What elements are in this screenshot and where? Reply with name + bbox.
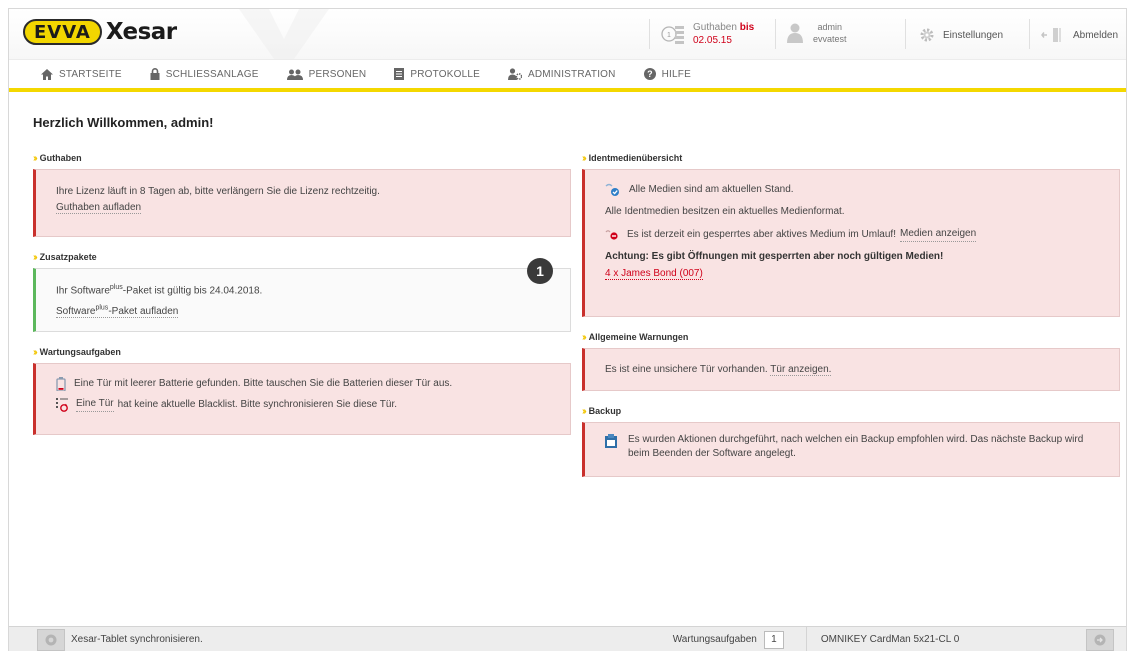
user-tenant: evvatest bbox=[813, 34, 847, 44]
credit-label: Guthaben bbox=[693, 22, 737, 33]
app-logo[interactable]: EVVA Xesar bbox=[23, 17, 177, 47]
reader-icon bbox=[1094, 634, 1106, 645]
door-link[interactable]: Eine Tür bbox=[76, 397, 114, 412]
package-validity-text: Ihr Softwareplus-Paket ist gültig bis 24… bbox=[56, 284, 263, 297]
left-column: ›› Guthaben Ihre Lizenz läuft in 8 Tagen … bbox=[33, 152, 571, 435]
packages-panel: Ihr Softwareplus-Paket ist gültig bis 24… bbox=[33, 268, 571, 332]
user-icon bbox=[787, 23, 803, 43]
chevron-icon: ›› bbox=[33, 251, 37, 263]
backup-panel: Es wurden Aktionen durchgeführt, nach we… bbox=[582, 422, 1120, 477]
credit-until: bis bbox=[739, 22, 755, 33]
insecure-door-text: Es ist eine unsichere Tür vorhanden. bbox=[605, 364, 768, 375]
media-status-blocked: Es ist derzeit ein gesperrtes aber aktiv… bbox=[605, 227, 1099, 242]
nav-item-schliessanlage[interactable]: SCHLIESSANLAGE bbox=[150, 68, 259, 80]
user-name: admin bbox=[817, 22, 843, 32]
app-window: EVVA Xesar 1 Guthaben bis 02.05.15 admin bbox=[8, 8, 1127, 651]
license-warning-text: Ihre Lizenz läuft in 8 Tagen ab, bitte v… bbox=[56, 186, 380, 197]
section-title-backup: ›› Backup bbox=[582, 405, 622, 417]
header-divider bbox=[775, 19, 776, 49]
section-title-guthaben: ›› Guthaben bbox=[33, 152, 82, 164]
status-divider bbox=[805, 626, 807, 651]
right-column: ›› Identmedienübersicht Alle Medien sind … bbox=[582, 152, 1120, 477]
media-blocked-icon bbox=[605, 229, 618, 240]
credit-date: 02.05.15 bbox=[693, 35, 732, 46]
section-title-zusatzpakete: ›› Zusatzpakete bbox=[33, 251, 97, 263]
lock-icon bbox=[150, 68, 160, 80]
nav-item-personen[interactable]: PERSONEN bbox=[286, 69, 367, 80]
section-title-wartungsaufgaben: ›› Wartungsaufgaben bbox=[33, 346, 121, 358]
gear-icon bbox=[920, 28, 934, 42]
logout-button[interactable]: Abmelden bbox=[1041, 27, 1118, 43]
document-icon bbox=[394, 68, 405, 80]
media-overview-panel: Alle Medien sind am aktuellen Stand. All… bbox=[582, 169, 1120, 317]
header: EVVA Xesar 1 Guthaben bis 02.05.15 admin bbox=[9, 9, 1126, 59]
clipboard-icon bbox=[605, 434, 617, 448]
coin-stack-icon: 1 bbox=[661, 26, 684, 44]
status-bar: Xesar-Tablet synchronisieren. Wartungsau… bbox=[9, 626, 1126, 651]
app-name: Xesar bbox=[105, 19, 177, 45]
settings-label: Einstellungen bbox=[943, 29, 1004, 41]
page-title: Herzlich Willkommen, admin! bbox=[33, 115, 214, 130]
maintenance-count-badge[interactable]: 1 bbox=[763, 630, 784, 649]
callout-marker: 1 bbox=[527, 258, 553, 284]
maintenance-tasks-label: Wartungsaufgaben bbox=[672, 634, 757, 645]
watermark-graphic bbox=[239, 9, 329, 59]
reader-button[interactable] bbox=[1086, 628, 1114, 651]
battery-task: Eine Tür mit leerer Batterie gefunden. B… bbox=[56, 377, 550, 391]
general-warnings-panel: Es ist eine unsichere Tür vorhanden. Tür… bbox=[582, 348, 1120, 391]
backup-text: Es wurden Aktionen durchgeführt, nach we… bbox=[628, 434, 1084, 459]
maintenance-panel: Eine Tür mit leerer Batterie gefunden. B… bbox=[33, 363, 571, 435]
media-warning-text: Achtung: Es gibt Öffnungen mit gesperrte… bbox=[605, 251, 944, 262]
main-nav: STARTSEITE SCHLIESSANLAGE PERSONEN PROTO… bbox=[9, 59, 1126, 92]
chevron-icon: ›› bbox=[33, 152, 37, 164]
user-info[interactable]: admin evvatest bbox=[787, 21, 847, 45]
header-divider bbox=[649, 19, 650, 49]
people-icon bbox=[286, 69, 303, 80]
logout-label: Abmelden bbox=[1073, 29, 1119, 41]
show-door-link[interactable]: Tür anzeigen. bbox=[770, 364, 832, 376]
media-status-ok: Alle Medien sind am aktuellen Stand. bbox=[605, 183, 1099, 197]
battery-icon bbox=[56, 377, 66, 391]
blocked-media-link[interactable]: 4 x James Bond (007) bbox=[605, 268, 703, 280]
nav-item-startseite[interactable]: STARTSEITE bbox=[41, 68, 122, 80]
nav-item-hilfe[interactable]: ? HILFE bbox=[643, 68, 691, 80]
media-ok-icon bbox=[605, 183, 619, 196]
blacklist-sync-icon bbox=[56, 397, 68, 412]
credit-topup-link[interactable]: Guthaben aufladen bbox=[56, 202, 142, 214]
evva-logo: EVVA bbox=[23, 19, 102, 45]
header-divider bbox=[1029, 19, 1030, 49]
credit-indicator[interactable]: 1 Guthaben bis 02.05.15 bbox=[661, 21, 754, 47]
chevron-icon: ›› bbox=[582, 331, 586, 343]
chevron-icon: ›› bbox=[33, 346, 37, 358]
show-media-link[interactable]: Medien anzeigen bbox=[900, 227, 977, 242]
media-format-text: Alle Identmedien besitzen ein aktuelles … bbox=[605, 206, 845, 217]
license-alert-panel: Ihre Lizenz läuft in 8 Tagen ab, bitte v… bbox=[33, 169, 571, 237]
sync-tablet-button[interactable] bbox=[37, 628, 65, 651]
admin-icon bbox=[507, 68, 522, 80]
section-title-identmedien: ›› Identmedienübersicht bbox=[582, 152, 683, 164]
chevron-icon: ›› bbox=[582, 152, 586, 164]
package-topup-link[interactable]: Softwareplus-Paket aufladen bbox=[56, 304, 179, 318]
home-icon bbox=[41, 68, 53, 80]
settings-button[interactable]: Einstellungen bbox=[919, 27, 1003, 43]
card-reader-name: OMNIKEY CardMan 5x21-CL 0 bbox=[820, 634, 960, 645]
sync-icon bbox=[45, 634, 57, 645]
svg-text:?: ? bbox=[647, 69, 653, 79]
help-icon: ? bbox=[643, 68, 656, 80]
svg-text:1: 1 bbox=[667, 32, 671, 39]
header-divider bbox=[905, 19, 906, 49]
chevron-icon: ›› bbox=[582, 405, 586, 417]
section-title-allgemeine-warnungen: ›› Allgemeine Warnungen bbox=[582, 331, 689, 343]
logout-door-icon bbox=[1041, 28, 1061, 42]
blacklist-task: Eine Tür hat keine aktuelle Blacklist. B… bbox=[56, 397, 550, 412]
nav-item-protokolle[interactable]: PROTOKOLLE bbox=[394, 68, 480, 80]
nav-item-administration[interactable]: ADMINISTRATION bbox=[507, 68, 616, 80]
sync-tablet-label: Xesar-Tablet synchronisieren. bbox=[71, 634, 203, 645]
